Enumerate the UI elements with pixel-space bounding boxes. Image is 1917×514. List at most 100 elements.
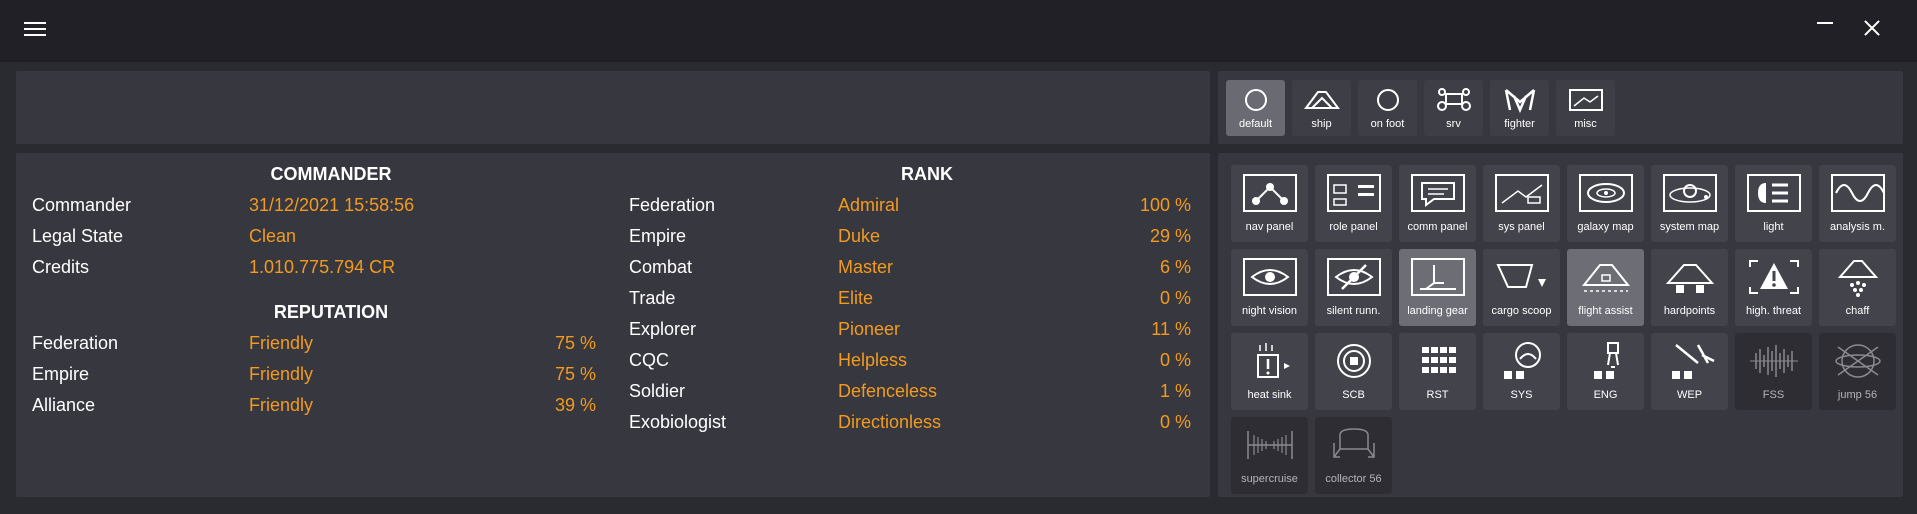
galaxy-map-button[interactable]: galaxy map bbox=[1567, 165, 1644, 242]
mode-ship-button[interactable]: ship bbox=[1292, 80, 1351, 136]
light-button[interactable]: light bbox=[1735, 165, 1812, 242]
button-label: landing gear bbox=[1407, 305, 1468, 317]
rank-label: CQC bbox=[629, 350, 669, 370]
high-threat-button[interactable]: high. threat bbox=[1735, 249, 1812, 326]
collector-button[interactable]: collector 56 bbox=[1315, 417, 1392, 494]
rank-value: Helpless bbox=[838, 350, 908, 370]
jump-icon bbox=[1834, 344, 1881, 378]
mode-label: srv bbox=[1446, 118, 1461, 130]
rank-percent: 0 % bbox=[1159, 288, 1191, 308]
mode-default-button[interactable]: default bbox=[1226, 80, 1285, 136]
role-panel-icon bbox=[1326, 174, 1381, 212]
button-label: heat sink bbox=[1247, 389, 1292, 401]
rank-label: Exobiologist bbox=[629, 412, 727, 432]
cargo-scoop-icon bbox=[1495, 264, 1546, 288]
high-threat-icon bbox=[1748, 260, 1799, 294]
jump-button[interactable]: jump 56 bbox=[1819, 333, 1896, 410]
mode-fighter-button[interactable]: fighter bbox=[1490, 80, 1549, 136]
sys-panel-button[interactable]: sys panel bbox=[1483, 165, 1560, 242]
circle-icon bbox=[1244, 89, 1267, 111]
analysis-mode-button[interactable]: analysis m. bbox=[1819, 165, 1896, 242]
hardpoints-icon bbox=[1665, 264, 1714, 293]
menu-icon[interactable] bbox=[24, 22, 46, 40]
heat-sink-button[interactable]: heat sink bbox=[1231, 333, 1308, 410]
chaff-icon bbox=[1837, 260, 1878, 297]
button-label: role panel bbox=[1329, 221, 1378, 233]
button-label: light bbox=[1763, 221, 1784, 233]
rep-alliance-percent: 39 % bbox=[554, 395, 596, 415]
rank-label: Empire bbox=[629, 226, 687, 246]
sys-button[interactable]: SYS bbox=[1483, 333, 1560, 410]
stats-panel: COMMANDER Commander 31/12/2021 15:58:56 … bbox=[16, 153, 1210, 497]
comm-panel-button[interactable]: comm panel bbox=[1399, 165, 1476, 242]
legal-state-label: Legal State bbox=[32, 226, 124, 246]
role-panel-button[interactable]: role panel bbox=[1315, 165, 1392, 242]
button-label: sys panel bbox=[1498, 221, 1545, 233]
top-info-panel bbox=[16, 71, 1210, 144]
button-label: RST bbox=[1426, 389, 1449, 401]
rep-federation-percent: 75 % bbox=[554, 333, 596, 353]
rank-percent: 100 % bbox=[1139, 195, 1191, 215]
rank-label: Combat bbox=[629, 257, 693, 277]
rank-value: Duke bbox=[838, 226, 881, 246]
legal-state-value: Clean bbox=[249, 226, 297, 246]
button-label: FSS bbox=[1762, 389, 1785, 401]
close-button[interactable] bbox=[1862, 18, 1882, 38]
rep-empire-label: Empire bbox=[32, 364, 90, 384]
eng-icon bbox=[1593, 342, 1619, 379]
button-label: high. threat bbox=[1745, 305, 1802, 317]
button-label: ENG bbox=[1593, 389, 1618, 401]
button-label: flight assist bbox=[1578, 305, 1633, 317]
fss-button[interactable]: FSS bbox=[1735, 333, 1812, 410]
silent-running-button[interactable]: silent runn. bbox=[1315, 249, 1392, 326]
comm-panel-icon bbox=[1410, 174, 1465, 212]
commander-value: 31/12/2021 15:58:56 bbox=[249, 195, 415, 215]
light-icon bbox=[1746, 174, 1801, 212]
button-label: WEP bbox=[1676, 389, 1703, 401]
rep-alliance-label: Alliance bbox=[32, 395, 96, 415]
rst-button[interactable]: RST bbox=[1399, 333, 1476, 410]
minimize-button[interactable] bbox=[1815, 14, 1835, 34]
flight-assist-icon bbox=[1581, 264, 1630, 292]
button-label: hardpoints bbox=[1663, 305, 1716, 317]
rank-value: Pioneer bbox=[838, 319, 901, 339]
supercruise-button[interactable]: supercruise bbox=[1231, 417, 1308, 494]
title-bar bbox=[0, 0, 1917, 62]
hardpoints-button[interactable]: hardpoints bbox=[1651, 249, 1728, 326]
scb-icon bbox=[1336, 344, 1371, 378]
mode-srv-button[interactable]: srv bbox=[1424, 80, 1483, 136]
rst-icon bbox=[1421, 347, 1456, 373]
misc-icon bbox=[1568, 89, 1603, 111]
rank-percent: 0 % bbox=[1159, 412, 1191, 432]
night-vision-button[interactable]: night vision bbox=[1231, 249, 1308, 326]
chaff-button[interactable]: chaff bbox=[1819, 249, 1896, 326]
rank-value: Directionless bbox=[838, 412, 942, 432]
button-label: jump 56 bbox=[1837, 389, 1878, 401]
mode-misc-button[interactable]: misc bbox=[1556, 80, 1615, 136]
system-map-icon bbox=[1662, 174, 1717, 212]
wep-button[interactable]: WEP bbox=[1651, 333, 1728, 410]
landing-gear-button[interactable]: landing gear bbox=[1399, 249, 1476, 326]
analysis-mode-icon bbox=[1830, 174, 1885, 212]
collector-icon bbox=[1332, 428, 1375, 458]
rank-value: Elite bbox=[838, 288, 874, 308]
supercruise-icon bbox=[1246, 431, 1293, 459]
button-label: night vision bbox=[1241, 305, 1298, 317]
rank-value: Admiral bbox=[838, 195, 900, 215]
cargo-scoop-button[interactable]: cargo scoop bbox=[1483, 249, 1560, 326]
silent-running-icon bbox=[1326, 258, 1381, 296]
nav-panel-icon bbox=[1242, 174, 1297, 212]
srv-icon bbox=[1436, 88, 1471, 111]
flight-assist-button[interactable]: flight assist bbox=[1567, 249, 1644, 326]
system-map-button[interactable]: system map bbox=[1651, 165, 1728, 242]
button-label: cargo scoop bbox=[1491, 305, 1552, 317]
eng-button[interactable]: ENG bbox=[1567, 333, 1644, 410]
scb-button[interactable]: SCB bbox=[1315, 333, 1392, 410]
mode-label: misc bbox=[1574, 118, 1597, 130]
credits-value: 1.010.775.794 CR bbox=[249, 257, 396, 277]
rep-empire-value: Friendly bbox=[249, 364, 314, 384]
rank-percent: 29 % bbox=[1149, 226, 1191, 246]
nav-panel-button[interactable]: nav panel bbox=[1231, 165, 1308, 242]
mode-on-foot-button[interactable]: on foot bbox=[1358, 80, 1417, 136]
sys-icon bbox=[1503, 342, 1541, 379]
